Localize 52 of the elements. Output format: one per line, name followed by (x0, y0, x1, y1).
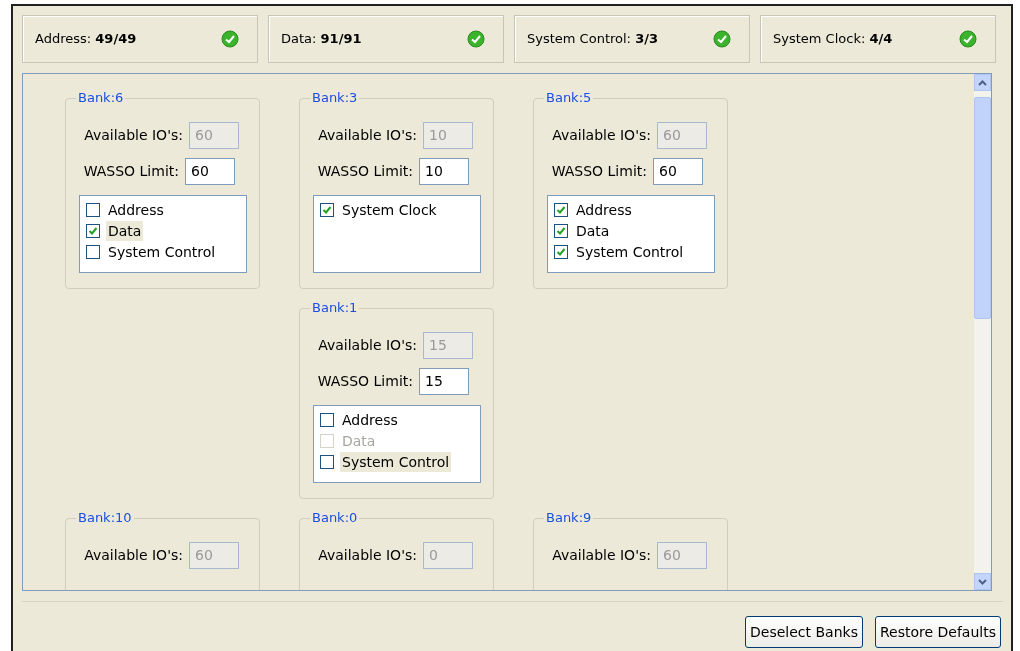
signal-label[interactable]: Address (574, 199, 634, 220)
available-label: Available IO's: (84, 546, 183, 565)
wasso-field[interactable]: 60 (653, 158, 703, 185)
status-text: Data: 91/91 (281, 30, 362, 49)
signal-label[interactable]: Address (106, 199, 166, 220)
available-field: 15 (423, 332, 473, 359)
dialog-button[interactable]: Deselect Banks (745, 616, 863, 648)
checkbox[interactable] (554, 202, 568, 217)
signal-label[interactable]: Data (574, 220, 612, 241)
wasso-label: WASSO Limit: (317, 162, 413, 181)
signal-label[interactable]: System Control (574, 241, 686, 262)
available-field: 60 (189, 542, 239, 569)
available-field: 0 (423, 542, 473, 569)
checkbox[interactable] (86, 244, 100, 259)
checkbox[interactable] (86, 202, 100, 217)
signal-label[interactable]: System Control (106, 241, 218, 262)
signal-label[interactable]: System Clock (340, 199, 439, 220)
status-text: System Clock: 4/4 (773, 30, 893, 49)
signal-label[interactable]: System Control (340, 451, 452, 472)
checkbox[interactable] (320, 202, 334, 217)
scroll-thumb[interactable] (974, 97, 991, 319)
checkbox[interactable] (554, 223, 568, 238)
available-field: 60 (189, 122, 239, 149)
available-label: Available IO's: (84, 126, 183, 145)
available-label: Available IO's: (318, 126, 417, 145)
scroll-up-button[interactable] (974, 74, 991, 91)
signal-label[interactable]: Data (106, 220, 144, 241)
available-field: 60 (657, 122, 707, 149)
caret-up-icon (978, 79, 987, 86)
scrollbar[interactable] (974, 74, 991, 590)
available-label: Available IO's: (552, 546, 651, 565)
dialog-button[interactable]: Restore Defaults (874, 616, 1001, 648)
available-label: Available IO's: (318, 546, 417, 565)
caret-down-icon (978, 578, 987, 585)
signal-label[interactable]: Address (340, 409, 400, 430)
checkbox[interactable] (554, 244, 568, 259)
available-label: Available IO's: (318, 336, 417, 355)
available-field: 60 (657, 542, 707, 569)
available-label: Available IO's: (552, 126, 651, 145)
wasso-label: WASSO Limit: (551, 162, 647, 181)
scroll-down-button[interactable] (974, 573, 991, 590)
checkbox[interactable] (320, 412, 334, 427)
status-text: Address: 49/49 (35, 30, 137, 49)
wasso-label: WASSO Limit: (317, 372, 413, 391)
available-field: 10 (423, 122, 473, 149)
wasso-field[interactable]: 15 (419, 368, 469, 395)
wasso-field[interactable]: 60 (185, 158, 235, 185)
wasso-field[interactable]: 10 (419, 158, 469, 185)
checkbox[interactable] (320, 454, 334, 469)
status-text: System Control: 3/3 (527, 30, 658, 49)
checkbox[interactable] (86, 223, 100, 238)
wasso-label: WASSO Limit: (83, 162, 179, 181)
